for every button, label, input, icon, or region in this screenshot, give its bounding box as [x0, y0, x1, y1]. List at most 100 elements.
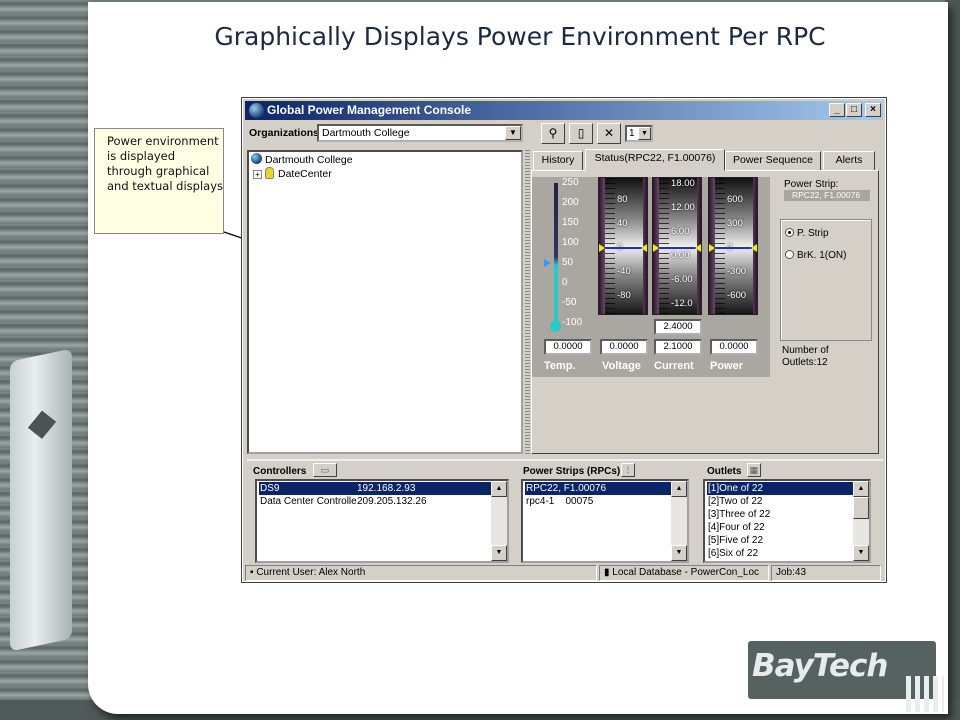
thermometer-tube	[554, 183, 558, 325]
logo-bars	[906, 676, 944, 712]
list-item[interactable]: rpc4-1 00075	[525, 495, 673, 508]
number-value: 1	[629, 128, 635, 139]
binoculars-icon[interactable]: ⚲	[541, 123, 565, 144]
current-tick: 0.00	[671, 250, 690, 261]
list-item[interactable]: Data Center Controlle 209.205.132.26	[259, 495, 493, 508]
power-tick: -600	[727, 290, 747, 301]
view-radio-group: P. Strip BrK. 1(ON)	[780, 219, 872, 341]
minimize-button[interactable]: _	[829, 103, 845, 117]
console-window: Global Power Management Console _ □ × Or…	[241, 97, 887, 583]
temperature-pointer	[544, 259, 551, 267]
scroll-thumb[interactable]	[853, 497, 869, 519]
temp-tick: 200	[562, 197, 579, 208]
meter-area: 250 200 150 100 50 0 -50 -100 80 40 0 -4…	[532, 177, 770, 377]
voltage-tick: -80	[617, 290, 631, 301]
pane-splitter[interactable]	[525, 150, 530, 454]
outlets-list: [1]One of 22 [2]Two of 22 [3]Three of 22…	[703, 479, 871, 563]
outlets-icon[interactable]: ▦	[747, 463, 761, 477]
temp-tick: -100	[562, 317, 583, 328]
voltage-gauge: 80 40 0 -40 -80	[598, 177, 648, 315]
list-item[interactable]: [3]Three of 22	[707, 508, 770, 521]
thermometer-bulb	[550, 321, 561, 332]
tab-power-sequence[interactable]: Power Sequence	[725, 151, 821, 171]
callout-box: Power environment is displayed through g…	[94, 128, 224, 234]
power-strip-value: RPC22, F1.00076	[784, 190, 870, 201]
tree-item-datecenter[interactable]: + DateCenter	[253, 167, 332, 180]
list-item[interactable]: [5]Five of 22	[707, 534, 763, 547]
scroll-down-icon[interactable]: ▼	[671, 545, 687, 561]
close-button[interactable]: ×	[865, 103, 881, 117]
window-titlebar[interactable]: Global Power Management Console _ □ ×	[245, 101, 883, 120]
list-item[interactable]: RPC22, F1.00076	[525, 482, 673, 495]
current-tick: 18.00	[671, 178, 695, 189]
voltage-tick: 40	[617, 218, 628, 229]
power-caption: Power	[710, 360, 744, 372]
current-tick: -6.00	[671, 274, 693, 285]
list-item[interactable]: [1]One of 22	[707, 482, 855, 495]
delete-icon[interactable]: ✕	[597, 123, 621, 144]
tab-history[interactable]: History	[533, 151, 583, 171]
voltage-readout: 0.0000	[600, 339, 648, 355]
maximize-button[interactable]: □	[846, 103, 862, 117]
power-strips-list: RPC22, F1.00076 rpc4-1 00075 ▲ ▼	[521, 479, 689, 563]
tree-item-root[interactable]: Dartmouth College	[251, 153, 353, 166]
controllers-list: DS9 192.168.2.93 Data Center Controlle 209…	[255, 479, 509, 563]
window-title: Global Power Management Console	[267, 103, 472, 117]
list-item[interactable]: [4]Four of 22	[707, 521, 765, 534]
expand-icon[interactable]: +	[253, 170, 262, 179]
new-document-icon[interactable]: ▯	[569, 123, 593, 144]
radio-pstrip[interactable]: P. Strip	[785, 228, 829, 239]
globe-icon	[249, 103, 264, 118]
current-user-status: ▪ Current User: Alex North	[245, 565, 597, 581]
power-strips-label: Power Strips (RPCs)	[523, 466, 621, 477]
controller-icon[interactable]: ▭	[313, 463, 337, 477]
bulb-icon	[265, 167, 274, 179]
current-tick: -12.0	[671, 298, 693, 309]
organization-tree: Dartmouth College + DateCenter	[247, 150, 523, 454]
power-marker-right	[751, 244, 757, 252]
organization-dropdown[interactable]: Dartmouth College ▼	[317, 124, 523, 142]
voltage-marker-left	[599, 244, 605, 252]
power-tick: -300	[727, 266, 747, 277]
voltage-caption: Voltage	[602, 360, 641, 372]
tab-alerts[interactable]: Alerts	[823, 151, 875, 171]
scroll-down-icon[interactable]: ▼	[491, 545, 507, 561]
current-readout: 2.1000	[654, 339, 702, 355]
number-dropdown[interactable]: 1 ▼	[625, 125, 653, 142]
current-tick: 6.00	[671, 226, 690, 237]
temp-tick: 100	[562, 237, 579, 248]
power-tick: 300	[727, 218, 743, 229]
job-status: Job:43	[771, 565, 881, 581]
scroll-down-icon[interactable]: ▼	[853, 545, 869, 561]
chevron-down-icon[interactable]: ▼	[505, 126, 521, 140]
current-marker-left	[653, 244, 659, 252]
chevron-down-icon[interactable]: ▼	[638, 127, 651, 140]
tab-status[interactable]: Status(RPC22, F1.00076)	[585, 149, 725, 171]
current-gauge: 18.00 12.00 6.00 0.00 -6.00 -12.0	[652, 177, 702, 315]
temp-tick: 150	[562, 217, 579, 228]
list-item[interactable]: DS9 192.168.2.93	[259, 482, 493, 495]
voltage-marker-right	[641, 244, 647, 252]
lower-panels: Controllers ▭ DS9 192.168.2.93 Data Cente…	[247, 459, 883, 565]
scrollbar[interactable]: ▲ ▼	[491, 481, 507, 561]
temp-tick: 0	[562, 277, 568, 288]
current-secondary-readout: 2.4000	[654, 319, 702, 335]
globe-icon	[251, 153, 262, 164]
scroll-up-icon[interactable]: ▲	[671, 481, 687, 497]
toolbar: ⚲ ▯ ✕ 1 ▼	[541, 123, 659, 145]
scrollbar[interactable]: ▲ ▼	[853, 481, 869, 561]
strips-icon[interactable]: ⁞	[621, 463, 635, 477]
scroll-up-icon[interactable]: ▲	[853, 481, 869, 497]
radio-breaker[interactable]: BrK. 1(ON)	[785, 250, 846, 261]
device-illustration	[10, 348, 72, 652]
status-panel: 250 200 150 100 50 0 -50 -100 80 40 0 -4…	[531, 170, 879, 454]
list-item[interactable]: [6]Six of 22	[707, 547, 758, 560]
scrollbar[interactable]: ▲ ▼	[671, 481, 687, 561]
power-readout: 0.0000	[710, 339, 758, 355]
controllers-label: Controllers	[253, 466, 307, 477]
list-item[interactable]: [2]Two of 22	[707, 495, 762, 508]
scroll-up-icon[interactable]: ▲	[491, 481, 507, 497]
power-strip-box: Power Strip: RPC22, F1.00076 P. Strip Br…	[778, 177, 872, 373]
power-strip-label: Power Strip:	[784, 179, 839, 190]
current-caption: Current	[654, 360, 694, 372]
